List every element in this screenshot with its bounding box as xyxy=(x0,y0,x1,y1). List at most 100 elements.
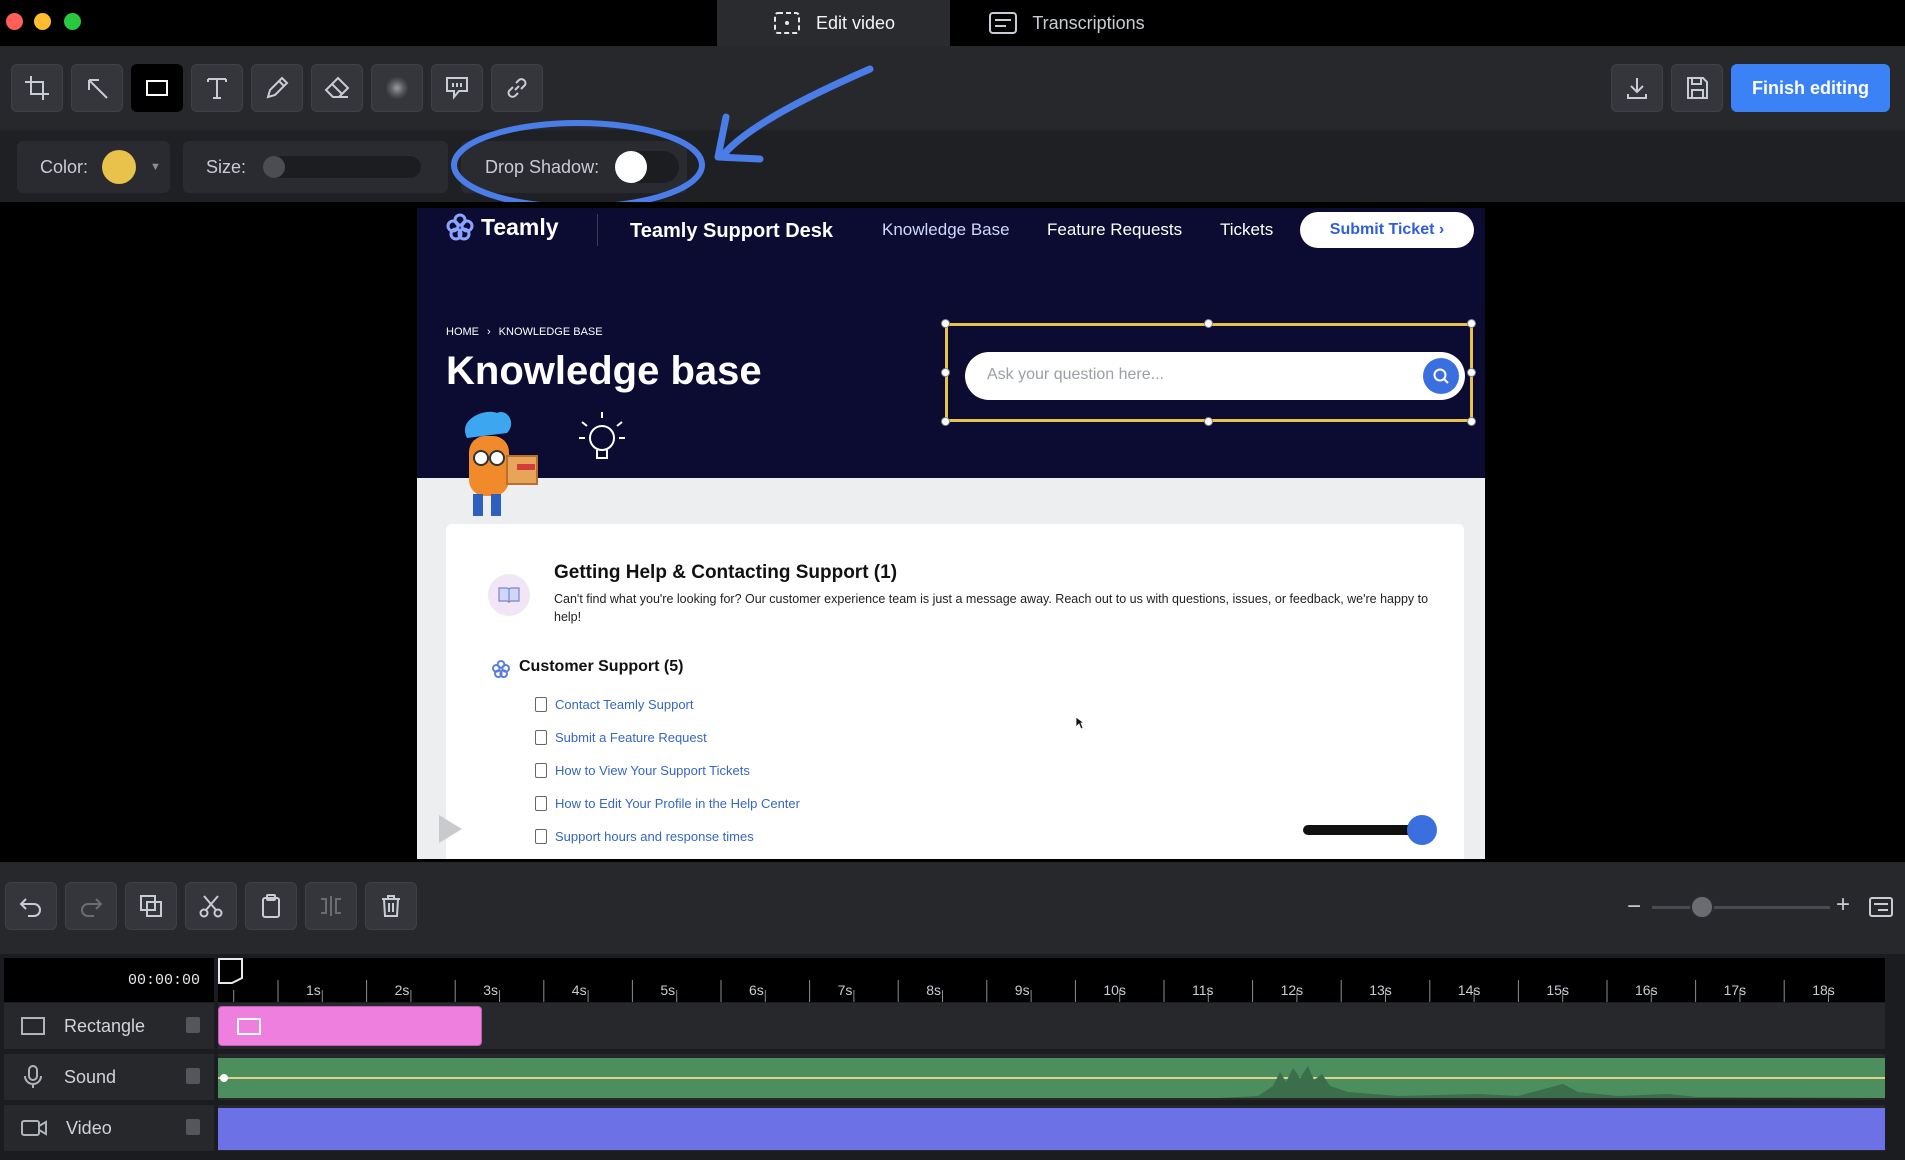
highlight-circle xyxy=(451,120,705,210)
brand-name: Teamly xyxy=(481,213,559,240)
sound-clip[interactable] xyxy=(218,1058,1885,1098)
split-button[interactable] xyxy=(305,882,357,930)
lock-icon[interactable] xyxy=(186,1068,200,1084)
breadcrumb-separator-icon: › xyxy=(487,326,491,338)
nav-knowledge-base[interactable]: Knowledge Base xyxy=(882,220,1010,240)
tab-transcriptions[interactable]: Transcriptions xyxy=(950,0,1183,46)
resize-handle[interactable] xyxy=(1467,368,1476,377)
player-slider-handle[interactable] xyxy=(1407,815,1437,845)
cut-button[interactable] xyxy=(185,882,237,930)
playhead-marker[interactable] xyxy=(218,958,244,984)
delete-button[interactable] xyxy=(365,882,417,930)
zoom-slider-handle[interactable] xyxy=(1690,895,1714,919)
finish-editing-button[interactable]: Finish editing xyxy=(1731,64,1890,112)
nav-feature-requests[interactable]: Feature Requests xyxy=(1047,220,1182,240)
zoom-slider[interactable] xyxy=(1652,906,1830,909)
track-name: Sound xyxy=(64,1066,117,1087)
trash-icon xyxy=(382,895,400,917)
maximize-window-button[interactable] xyxy=(64,13,81,30)
color-swatch[interactable] xyxy=(102,150,137,184)
minimize-window-button[interactable] xyxy=(34,13,51,30)
undo-button[interactable] xyxy=(5,882,57,930)
resize-handle[interactable] xyxy=(1467,417,1476,426)
ruler-tick-label: 8s xyxy=(926,982,941,998)
resize-handle[interactable] xyxy=(1204,417,1213,426)
resize-handle[interactable] xyxy=(1204,319,1213,328)
lock-icon[interactable] xyxy=(186,1017,200,1033)
pen-icon xyxy=(266,76,289,99)
chevron-down-icon[interactable]: ▼ xyxy=(150,161,161,173)
size-slider-handle[interactable] xyxy=(263,156,286,178)
download-button[interactable] xyxy=(1611,64,1663,112)
zoom-out-icon[interactable]: − xyxy=(1627,893,1641,921)
section-title[interactable]: Getting Help & Contacting Support (1) xyxy=(554,562,897,584)
rectangle-clip[interactable] xyxy=(218,1006,482,1046)
redo-button[interactable] xyxy=(65,882,117,930)
blur-tool[interactable] xyxy=(371,64,423,112)
zoom-in-icon[interactable]: + xyxy=(1836,891,1850,919)
resize-handle[interactable] xyxy=(941,417,950,426)
ruler-tick-label: 5s xyxy=(660,982,676,998)
lock-icon[interactable] xyxy=(186,1119,200,1135)
resize-handle[interactable] xyxy=(941,368,950,377)
close-window-button[interactable] xyxy=(6,13,23,30)
breadcrumb-home[interactable]: HOME xyxy=(446,326,479,338)
ruler-tick-label: 4s xyxy=(571,982,587,998)
video-clip[interactable] xyxy=(218,1108,1885,1150)
timeline-ruler[interactable]: 1s 2s 3s 4s 5s 6s 7s 8s 9s 10s 11s 12s 13s 14s 15s 16s 1… xyxy=(218,958,1885,1002)
tab-edit-video[interactable]: Edit video xyxy=(717,0,950,46)
category-flower-icon xyxy=(492,660,510,678)
track-label-sound[interactable]: Sound xyxy=(4,1054,214,1100)
document-icon xyxy=(535,796,547,811)
resize-handle[interactable] xyxy=(1467,319,1476,328)
article-link[interactable]: Submit a Feature Request xyxy=(535,730,707,745)
size-slider[interactable] xyxy=(262,155,423,179)
ruler-tick-label: 18s xyxy=(1812,982,1835,998)
video-preview[interactable]: Teamly Teamly Support Desk Knowledge Bas… xyxy=(417,208,1485,859)
ruler-tick-label: 12s xyxy=(1280,982,1304,998)
article-link[interactable]: How to View Your Support Tickets xyxy=(535,763,750,778)
size-label: Size: xyxy=(206,156,247,177)
highlight-annotation xyxy=(451,65,874,210)
color-label: Color: xyxy=(40,156,89,177)
save-button[interactable] xyxy=(1671,64,1723,112)
track-name: Rectangle xyxy=(64,1015,146,1036)
duplicate-button[interactable] xyxy=(125,882,177,930)
ruler-tick-label: 11s xyxy=(1192,982,1214,998)
eraser-icon xyxy=(324,76,350,98)
pen-tool[interactable] xyxy=(251,64,303,112)
player-volume-slider[interactable] xyxy=(1303,825,1413,835)
nav-tickets[interactable]: Tickets xyxy=(1220,220,1273,240)
crop-tool[interactable] xyxy=(11,64,63,112)
ruler-tick-label: 15s xyxy=(1546,982,1569,998)
breadcrumb: HOME › KNOWLEDGE BASE xyxy=(446,326,603,338)
blur-icon xyxy=(386,77,408,99)
text-icon xyxy=(207,78,227,99)
track-label-rectangle[interactable]: Rectangle xyxy=(4,1003,214,1049)
fit-timeline-icon[interactable] xyxy=(1868,895,1894,919)
color-picker[interactable]: Color: ▼ xyxy=(17,141,170,193)
category-title[interactable]: Customer Support (5) xyxy=(519,658,683,676)
paste-button[interactable] xyxy=(245,882,297,930)
ruler-tick-label: 10s xyxy=(1103,982,1126,998)
undo-icon xyxy=(19,898,41,917)
duplicate-icon xyxy=(140,895,162,917)
current-time: 00:00:00 xyxy=(4,958,214,1002)
article-link[interactable]: How to Edit Your Profile in the Help Cen… xyxy=(535,796,800,811)
teamly-flower-icon xyxy=(446,213,474,241)
ruler-tick-label: 16s xyxy=(1635,982,1658,998)
rectangle-tool[interactable] xyxy=(131,64,183,112)
teamly-logo: Teamly xyxy=(445,212,559,242)
resize-handle[interactable] xyxy=(941,319,950,328)
eraser-tool[interactable] xyxy=(311,64,363,112)
text-tool[interactable] xyxy=(191,64,243,112)
play-icon[interactable] xyxy=(435,812,465,846)
track-label-video[interactable]: Video xyxy=(4,1105,214,1151)
ruler-tick-label: 2s xyxy=(394,982,410,998)
arrow-tool[interactable] xyxy=(71,64,123,112)
submit-ticket-button[interactable]: Submit Ticket › xyxy=(1300,212,1474,248)
article-link[interactable]: Contact Teamly Support xyxy=(535,697,694,712)
article-link[interactable]: Support hours and response times xyxy=(535,829,754,844)
rectangle-annotation[interactable] xyxy=(945,323,1473,422)
crop-icon xyxy=(25,76,49,100)
